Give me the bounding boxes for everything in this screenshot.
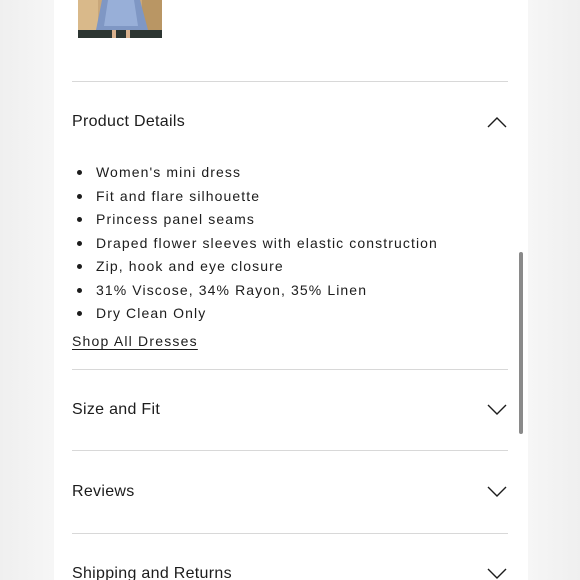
- bullet-icon: [77, 240, 82, 246]
- scrollbar[interactable]: [519, 252, 523, 434]
- bullet-icon: [77, 264, 82, 269]
- bullet-icon: [77, 170, 82, 175]
- accordion-title: Size and Fit: [72, 401, 161, 418]
- divider: [72, 81, 508, 82]
- accordion-size-and-fit[interactable]: Size and Fit: [72, 390, 508, 430]
- accordion-reviews[interactable]: Reviews: [72, 472, 508, 512]
- list-item: Women's mini dress: [72, 162, 438, 186]
- shop-all-dresses-link[interactable]: Shop All Dresses: [72, 333, 198, 349]
- bullet-icon: [77, 311, 82, 316]
- accordion-product-details[interactable]: Product Details: [72, 102, 508, 142]
- divider: [72, 450, 508, 451]
- right-page-edge: [528, 0, 580, 580]
- divider: [72, 533, 508, 534]
- accordion-title: Reviews: [72, 483, 135, 500]
- bullet-icon: [77, 287, 82, 293]
- product-details-list: Women's mini dress Fit and flare silhoue…: [72, 162, 438, 327]
- dress-photo-icon: [78, 0, 162, 38]
- divider: [72, 369, 508, 370]
- product-info-panel: Product Details Women's mini dress Fit a…: [54, 0, 528, 580]
- list-item: Princess panel seams: [72, 209, 438, 233]
- accordion-shipping-and-returns[interactable]: Shipping and Returns: [72, 554, 508, 580]
- list-item: 31% Viscose, 34% Rayon, 35% Linen: [72, 280, 438, 304]
- chevron-down-icon[interactable]: [486, 403, 508, 417]
- product-thumbnail[interactable]: [78, 0, 162, 38]
- list-item: Zip, hook and eye closure: [72, 256, 438, 280]
- chevron-down-icon[interactable]: [486, 485, 508, 499]
- bullet-icon: [77, 217, 82, 222]
- list-item: Fit and flare silhouette: [72, 186, 438, 210]
- chevron-up-icon[interactable]: [486, 115, 508, 129]
- left-page-edge: [0, 0, 54, 580]
- accordion-title: Product Details: [72, 113, 185, 130]
- list-item: Draped flower sleeves with elastic const…: [72, 233, 438, 257]
- bullet-icon: [77, 193, 82, 199]
- chevron-down-icon[interactable]: [486, 567, 508, 580]
- accordion-title: Shipping and Returns: [72, 565, 232, 580]
- list-item: Dry Clean Only: [72, 303, 438, 327]
